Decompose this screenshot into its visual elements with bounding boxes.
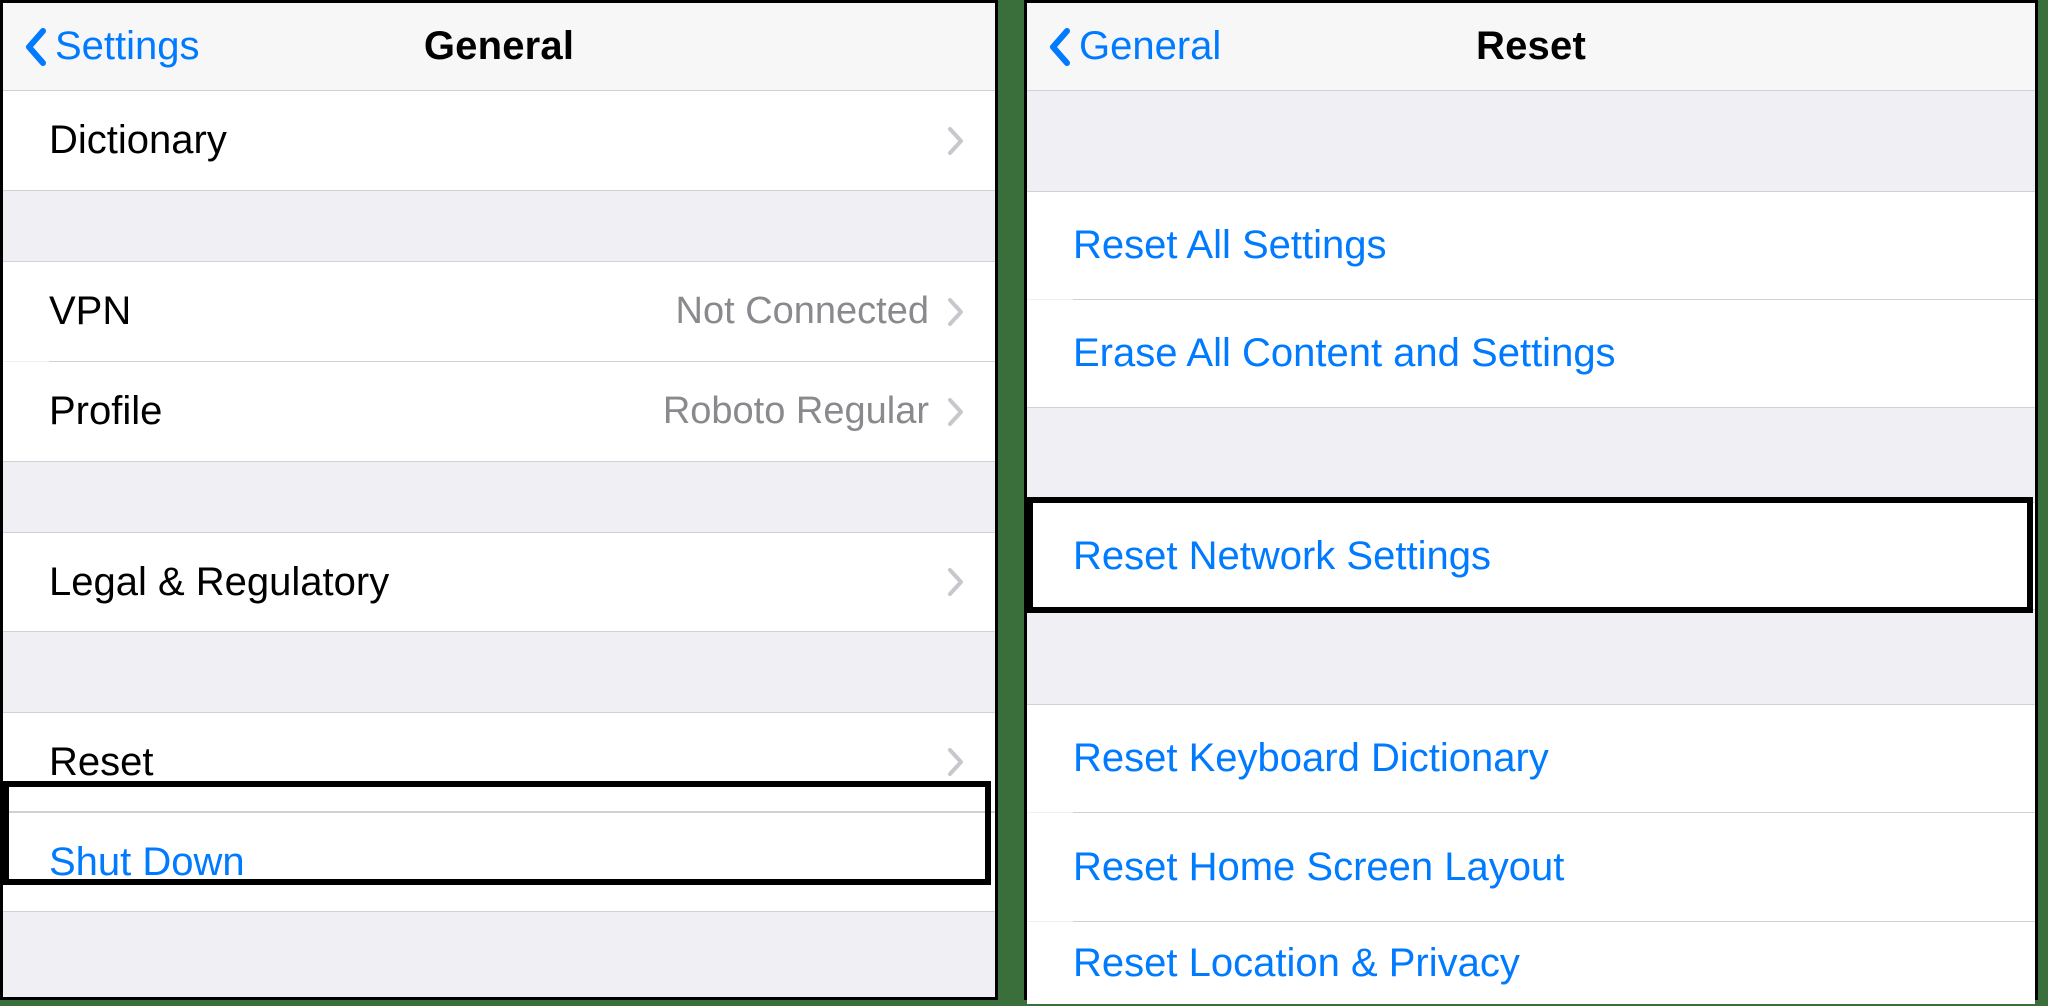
cell-vpn[interactable]: VPN Not Connected — [3, 261, 995, 361]
cell-reset-keyboard[interactable]: Reset Keyboard Dictionary — [1027, 704, 2035, 812]
group-gap — [3, 462, 995, 532]
cell-reset-all[interactable]: Reset All Settings — [1027, 191, 2035, 299]
cell-reset-keyboard-label: Reset Keyboard Dictionary — [1073, 736, 2005, 781]
cell-erase-all-label: Erase All Content and Settings — [1073, 331, 2005, 376]
cell-reset-network[interactable]: Reset Network Settings — [1027, 502, 2035, 610]
cell-vpn-label: VPN — [49, 289, 676, 334]
cell-reset-home[interactable]: Reset Home Screen Layout — [1027, 813, 2035, 921]
cell-reset[interactable]: Reset — [3, 712, 995, 812]
cell-vpn-value: Not Connected — [676, 290, 930, 333]
group-gap — [1027, 610, 2035, 704]
nav-bar-reset: General Reset — [1027, 3, 2035, 91]
cell-profile[interactable]: Profile Roboto Regular — [3, 362, 995, 462]
group-gap — [1027, 408, 2035, 502]
cell-erase-all[interactable]: Erase All Content and Settings — [1027, 300, 2035, 408]
cell-shutdown[interactable]: Shut Down — [3, 812, 995, 912]
back-label: Settings — [55, 24, 200, 69]
screenshot-panel-general: Settings General Dictionary VPN Not Conn… — [0, 0, 998, 1000]
cell-reset-all-label: Reset All Settings — [1073, 223, 2005, 268]
chevron-left-icon — [21, 25, 49, 69]
back-label: General — [1079, 24, 1221, 69]
nav-title-general: General — [424, 24, 574, 69]
cell-dictionary-label: Dictionary — [49, 118, 947, 163]
nav-bar-general: Settings General — [3, 3, 995, 91]
cell-legal-label: Legal & Regulatory — [49, 560, 947, 605]
chevron-right-icon — [947, 126, 965, 156]
cell-reset-location-label: Reset Location & Privacy — [1073, 941, 2005, 986]
cell-legal[interactable]: Legal & Regulatory — [3, 532, 995, 632]
cell-reset-home-label: Reset Home Screen Layout — [1073, 845, 2005, 890]
group-gap — [3, 191, 995, 261]
cell-profile-value: Roboto Regular — [663, 390, 929, 433]
back-button-general[interactable]: General — [1045, 3, 1221, 90]
cell-reset-label: Reset — [49, 740, 947, 785]
group-gap — [3, 632, 995, 712]
chevron-right-icon — [947, 747, 965, 777]
cell-reset-network-label: Reset Network Settings — [1073, 534, 2005, 579]
screenshot-panel-reset: General Reset Reset All Settings Erase A… — [1024, 0, 2038, 1000]
chevron-right-icon — [947, 397, 965, 427]
nav-title-reset: Reset — [1476, 24, 1586, 69]
chevron-left-icon — [1045, 25, 1073, 69]
chevron-right-icon — [947, 297, 965, 327]
cell-profile-label: Profile — [49, 389, 663, 434]
cell-reset-location[interactable]: Reset Location & Privacy — [1027, 922, 2035, 1004]
cell-shutdown-label: Shut Down — [49, 840, 965, 885]
group-gap — [1027, 91, 2035, 191]
cell-dictionary[interactable]: Dictionary — [3, 91, 995, 191]
back-button-settings[interactable]: Settings — [21, 3, 200, 90]
chevron-right-icon — [947, 567, 965, 597]
